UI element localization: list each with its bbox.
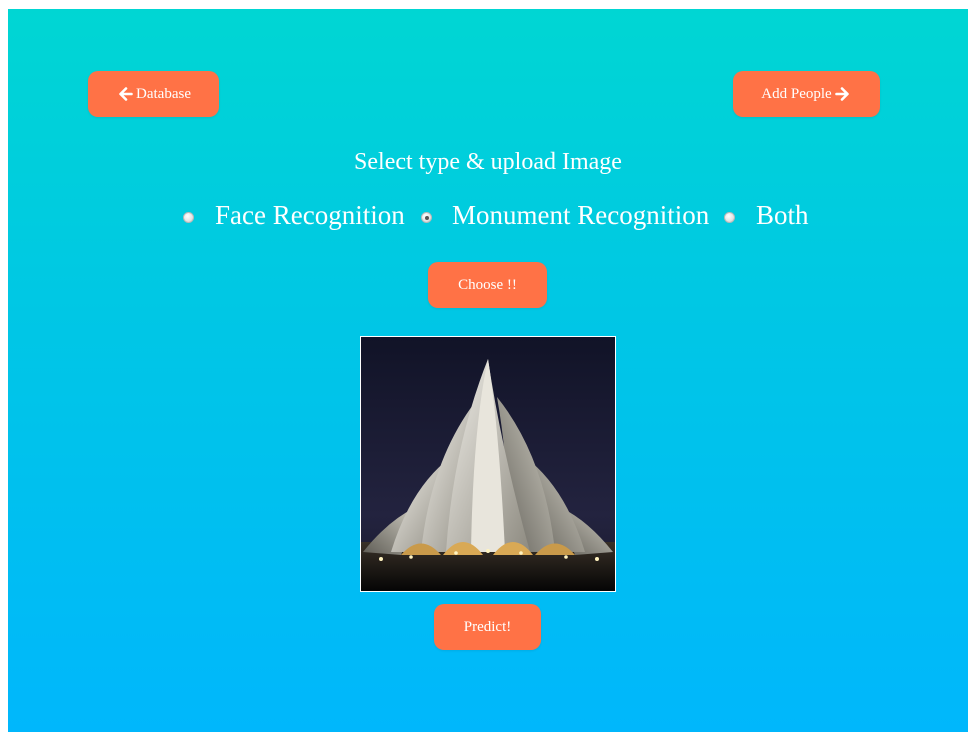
- arrow-left-icon: [119, 87, 133, 101]
- predict-button[interactable]: Predict!: [434, 604, 541, 650]
- add-people-button[interactable]: Add People: [733, 71, 880, 117]
- radio-both[interactable]: [724, 212, 735, 223]
- arrow-right-icon: [834, 87, 849, 101]
- recognition-type-group: Face Recognition Monument Recognition Bo…: [8, 199, 968, 239]
- radio-label-monument-recognition: Monument Recognition: [452, 200, 710, 230]
- radio-monument-recognition[interactable]: [421, 212, 432, 223]
- database-button[interactable]: Database: [88, 71, 219, 117]
- radio-label-face-recognition: Face Recognition: [215, 200, 405, 230]
- image-preview: [360, 336, 616, 592]
- database-label: Database: [136, 85, 191, 102]
- add-people-label: Add People: [761, 85, 832, 102]
- choose-file-button[interactable]: Choose !!: [428, 262, 547, 308]
- radio-face-recognition[interactable]: [183, 212, 194, 223]
- main-panel: Database Add People Select type & upload…: [8, 9, 968, 732]
- monument-photo: [361, 337, 615, 591]
- radio-label-both: Both: [756, 200, 809, 230]
- page-heading: Select type & upload Image: [354, 149, 622, 175]
